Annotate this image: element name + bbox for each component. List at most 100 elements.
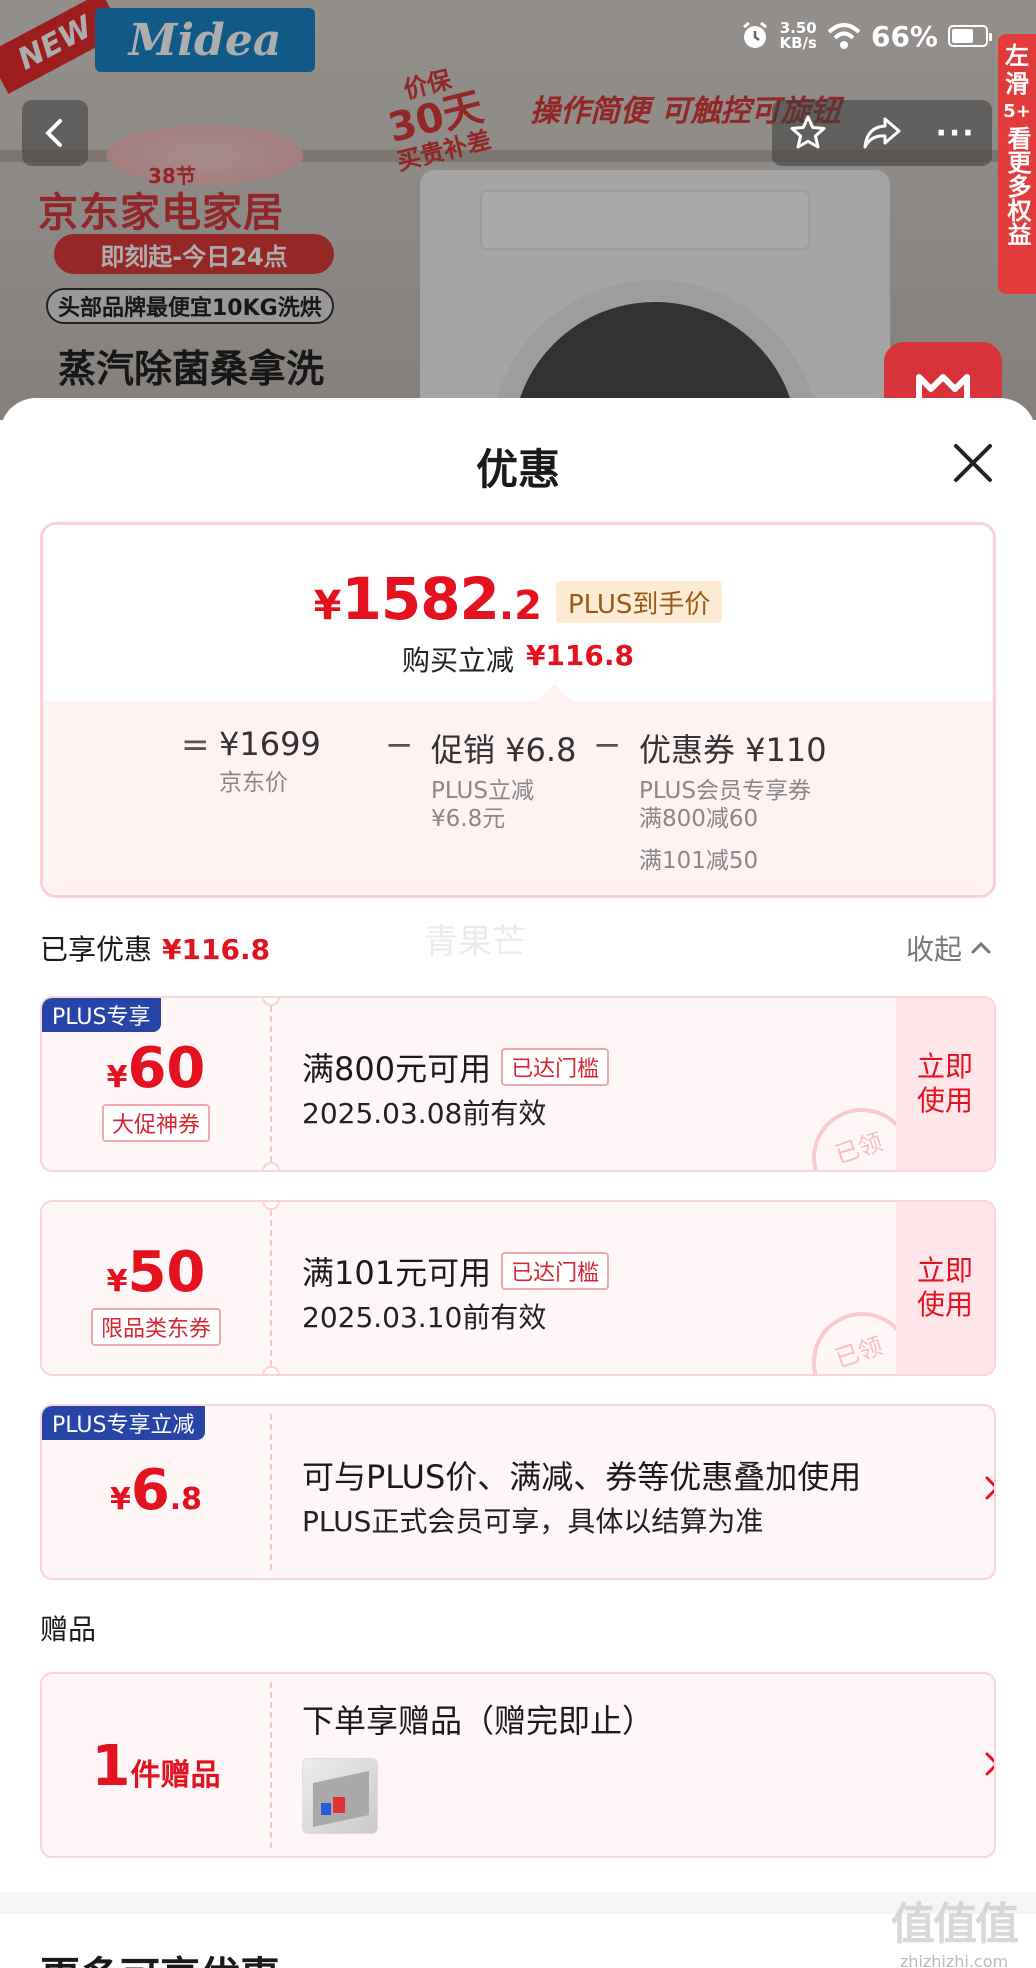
promo-value: 促销 ¥6.8 <box>431 731 577 769</box>
plus-reduce-currency: ¥ <box>109 1482 131 1517</box>
plus-price-tag: PLUS到手价 <box>555 581 723 623</box>
final-price: ¥ 1582 .2 <box>314 565 542 633</box>
network-rate-unit: KB/s <box>779 34 817 52</box>
modal-overlay[interactable] <box>0 0 1036 420</box>
promo-item: 促销 ¥6.8 PLUS立减 ¥6.8元 <box>431 725 576 835</box>
chevron-right-icon[interactable] <box>984 1474 994 1509</box>
coupon-divider <box>270 1414 272 1570</box>
wifi-icon <box>827 23 861 49</box>
use-now-line2: 使用 <box>916 1084 973 1117</box>
final-price-decimal: .2 <box>498 583 542 629</box>
coupon-threshold: 满101元可用 <box>302 1254 492 1292</box>
plus-reduce-badge: PLUS专享立减 <box>42 1406 205 1440</box>
minus-sign-2: − <box>593 725 622 765</box>
coupon-expiry: 2025.03.08前有效 <box>302 1097 547 1130</box>
gift-section-title: 赠品 <box>40 1613 97 1646</box>
coupon-card[interactable]: PLUS专享 ¥60 大促神券 满800元可用 已达门槛 2025.03.08前… <box>40 996 996 1172</box>
chevron-right-icon[interactable] <box>984 1750 994 1785</box>
discount-sheet: 优惠 ¥ 1582 .2 PLUS到手价 购买立减 ¥116.8 = ¥1699… <box>0 398 1036 1968</box>
section-separator <box>0 1892 1036 1914</box>
watermark-text: 青果芒 <box>424 922 526 962</box>
plus-reduce-card[interactable]: PLUS专享立减 ¥6.8 可与PLUS价、满减、券等优惠叠加使用 PLUS正式… <box>40 1404 996 1580</box>
price-summary: ¥ 1582 .2 PLUS到手价 购买立减 ¥116.8 <box>43 525 993 701</box>
use-now-line1: 立即 <box>916 1050 973 1083</box>
back-arrow-icon <box>45 119 62 147</box>
gift-figure-blue <box>321 1803 331 1815</box>
collapse-label: 收起 <box>906 933 963 966</box>
battery-icon <box>948 25 992 47</box>
calc-row: = ¥1699 京东价 − 促销 ¥6.8 PLUS立减 ¥6.8元 − 优惠券… <box>43 725 993 895</box>
price-calculation: = ¥1699 京东价 − 促销 ¥6.8 PLUS立减 ¥6.8元 − 优惠券… <box>43 701 993 895</box>
use-now-button[interactable]: 立即 使用 <box>896 1202 994 1374</box>
instant-reduce-value: ¥116.8 <box>525 639 635 672</box>
network-rate: 3.50 KB/s <box>780 21 817 51</box>
coupon-title: 满800元可用 已达门槛 <box>302 1044 610 1090</box>
coupon-divider <box>270 1006 272 1162</box>
side-strip-plus: 5+ <box>1003 101 1031 122</box>
use-now-line2: 使用 <box>916 1288 973 1321</box>
coupon-notch <box>262 1366 280 1374</box>
coupon-threshold: 满800元可用 <box>302 1050 492 1088</box>
coupon-notch <box>262 1162 280 1170</box>
coupon-amount-value: 50 <box>127 1240 206 1305</box>
plus-reduce-title: 可与PLUS价、满减、券等优惠叠加使用 <box>302 1458 862 1496</box>
gift-thumbnail[interactable] <box>302 1758 378 1834</box>
gift-count: 1件赠品 <box>42 1734 270 1799</box>
battery-fill <box>952 29 974 43</box>
gift-count-label: 件赠品 <box>130 1758 221 1793</box>
coupon-amount: ¥50 <box>42 1240 270 1305</box>
coupon-amount-value: 60 <box>127 1036 206 1101</box>
plus-reduce-amount: ¥6.8 <box>42 1458 270 1523</box>
product-banner: NEW Midea 38节 价保 30天 买贵补差 操作简便 可触控可旋钮 京东… <box>0 0 1036 420</box>
back-button[interactable] <box>22 100 88 166</box>
coupon-item: 优惠券 ¥110 PLUS会员专享券 满800减60 满101减50 <box>639 725 827 877</box>
minus-sign: − <box>385 725 414 765</box>
coupon-sub2: 满101减50 <box>639 848 759 874</box>
coupon-divider <box>270 1210 272 1366</box>
collapse-button[interactable]: 收起 <box>906 928 992 968</box>
coupon-tag-label: 大促神券 <box>101 1104 210 1142</box>
battery-percent: 66% <box>870 19 938 53</box>
coupon-notch <box>262 1202 280 1210</box>
jd-price-item: ¥1699 京东价 <box>219 725 321 799</box>
coupon-value: 优惠券 ¥110 <box>639 731 827 769</box>
coupon-expiry: 2025.03.10前有效 <box>302 1301 547 1334</box>
coupon-currency: ¥ <box>106 1264 128 1299</box>
share-icon[interactable] <box>861 113 903 153</box>
gift-count-value: 1 <box>91 1734 131 1799</box>
coupon-card[interactable]: ¥50 限品类东券 满101元可用 已达门槛 2025.03.10前有效 已领 … <box>40 1200 996 1376</box>
final-price-currency: ¥ <box>313 583 342 629</box>
use-now-button[interactable]: 立即 使用 <box>896 998 994 1170</box>
side-benefits-strip[interactable]: 左滑 5+ 看更多权益 <box>998 34 1036 294</box>
side-strip-line2: 看更多权益 <box>1003 126 1031 246</box>
coupon-title: 满101元可用 已达门槛 <box>302 1248 610 1294</box>
status-bar: 3.50 KB/s 66% <box>740 14 1036 58</box>
instant-reduce-label: 购买立减 <box>401 644 514 677</box>
equals-sign: = <box>181 725 210 765</box>
plus-reduce-integer: 6 <box>130 1458 170 1523</box>
applied-label: 已享优惠 <box>40 933 153 966</box>
price-breakdown-card: ¥ 1582 .2 PLUS到手价 购买立减 ¥116.8 = ¥1699 京东… <box>40 522 996 898</box>
use-now-line1: 立即 <box>916 1254 973 1287</box>
chevron-right-svg <box>985 1476 994 1500</box>
chevron-up-icon <box>971 941 991 954</box>
chevron-right-svg <box>985 1752 994 1776</box>
instant-reduce-row: 购买立减 ¥116.8 <box>43 639 993 679</box>
coupon-tag: 限品类东券 <box>42 1308 270 1346</box>
site-watermark-logo: 值值值 <box>891 1899 1019 1950</box>
star-icon[interactable] <box>788 113 828 153</box>
more-discounts-title: 更多可享优惠 <box>40 1944 280 1968</box>
more-dots-icon[interactable]: ··· <box>935 116 975 151</box>
jd-price-value: ¥1699 <box>219 725 321 763</box>
plus-reduce-subtitle: PLUS正式会员可享，具体以结算为准 <box>302 1505 764 1538</box>
sheet-title: 优惠 <box>475 445 560 494</box>
gift-card[interactable]: 1件赠品 下单享赠品（赠完即止） <box>40 1672 996 1858</box>
promo-sub: ¥6.8元 <box>431 806 506 832</box>
coupon-notch <box>262 998 280 1006</box>
gift-title: 下单享赠品（赠完即止） <box>302 1702 655 1740</box>
jd-price-label: 京东价 <box>219 770 288 796</box>
plus-reduce-decimal: .8 <box>169 1482 203 1517</box>
applied-discount: 已享优惠 ¥116.8 <box>40 928 270 968</box>
close-icon[interactable] <box>948 438 998 488</box>
alarm-icon <box>742 21 767 48</box>
